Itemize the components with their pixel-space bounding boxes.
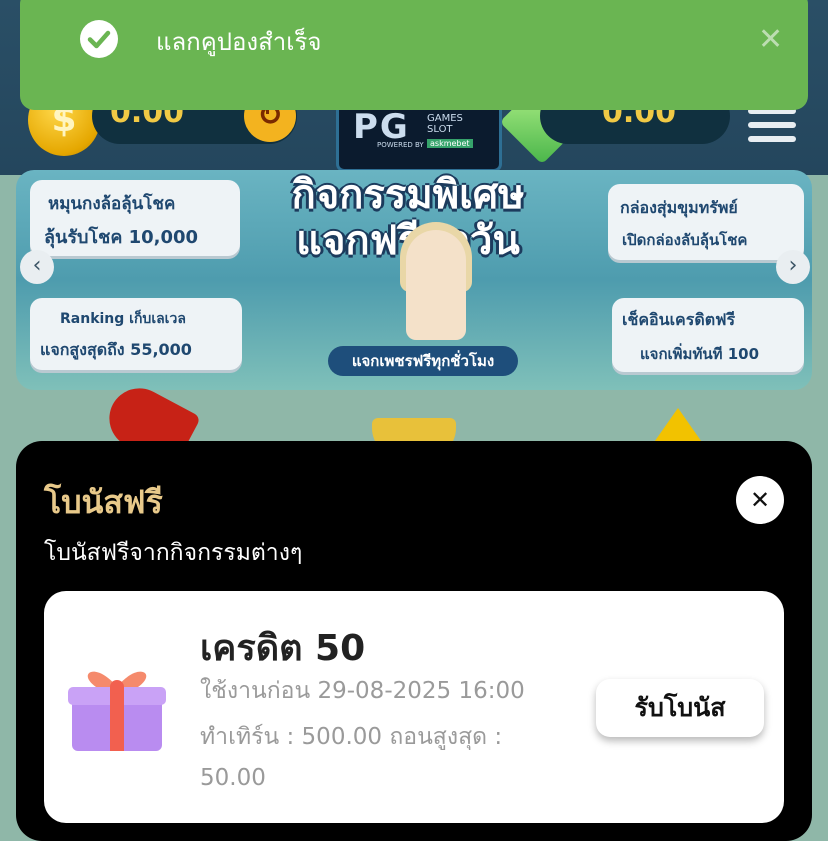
tile-checkin[interactable]: เช็คอินเครดิตฟรี แจกเพิ่มทันที 100 [612,298,804,372]
banner-next-icon[interactable]: › [776,250,810,284]
logo-brand: askmebet [427,139,473,148]
logo-powered: POWERED BY [377,141,424,149]
check-circle-icon [80,20,118,58]
toast-close-icon[interactable]: ✕ [758,22,783,57]
hamburger-menu-icon[interactable] [748,108,796,150]
logo-text: GAMES SLOT [427,113,463,135]
hourly-diamond-label: แจกเพชรฟรีทุกชั่วโมง [328,346,518,376]
sheet-close-icon[interactable]: ✕ [736,476,784,524]
bonus-credit: เครดิต 50 [200,628,366,669]
bonus-turnover: ทำเทิร์น : 500.00 ถอนสูงสุด : [200,724,503,750]
pg-logo: PG GAMES SLOT POWERED BY askmebet [336,100,502,172]
sheet-title: โบนัสฟรี [44,483,163,521]
gift-box-icon [68,671,166,751]
tile-wheel[interactable]: หมุนกงล้อลุ้นโชค ลุ้นรับโชค 10,000 [30,180,240,256]
success-toast: แลกคูปองสำเร็จ ✕ [20,0,808,110]
claim-bonus-button[interactable]: รับโบนัส [596,679,764,737]
tile-ranking[interactable]: Ranking เก็บเลเวล แจกสูงสุดถึง 55,000 [30,298,242,370]
toast-message: แลกคูปองสำเร็จ [156,28,322,56]
banner-prev-icon[interactable]: ‹ [20,250,54,284]
tile-treasure-box[interactable]: กล่องสุ่มขุมทรัพย์ เปิดกล่องลับลุ้นโชค [608,184,804,260]
hero-figure [406,230,466,340]
bonus-card: เครดิต 50 ใช้งานก่อน 29-08-2025 16:00 ทำ… [44,591,784,823]
bonus-max-withdraw: 50.00 [200,765,266,791]
promo-banner[interactable]: กิจกรรมพิเศษ แจกฟรีทุกวัน หมุนกงล้อลุ้นโ… [16,170,812,390]
free-bonus-sheet: โบนัสฟรี โบนัสฟรีจากกิจกรรมต่างๆ ✕ เครดิ… [16,441,812,841]
bonus-expiry: ใช้งานก่อน 29-08-2025 16:00 [200,678,525,704]
sheet-subtitle: โบนัสฟรีจากกิจกรรมต่างๆ [44,540,303,566]
